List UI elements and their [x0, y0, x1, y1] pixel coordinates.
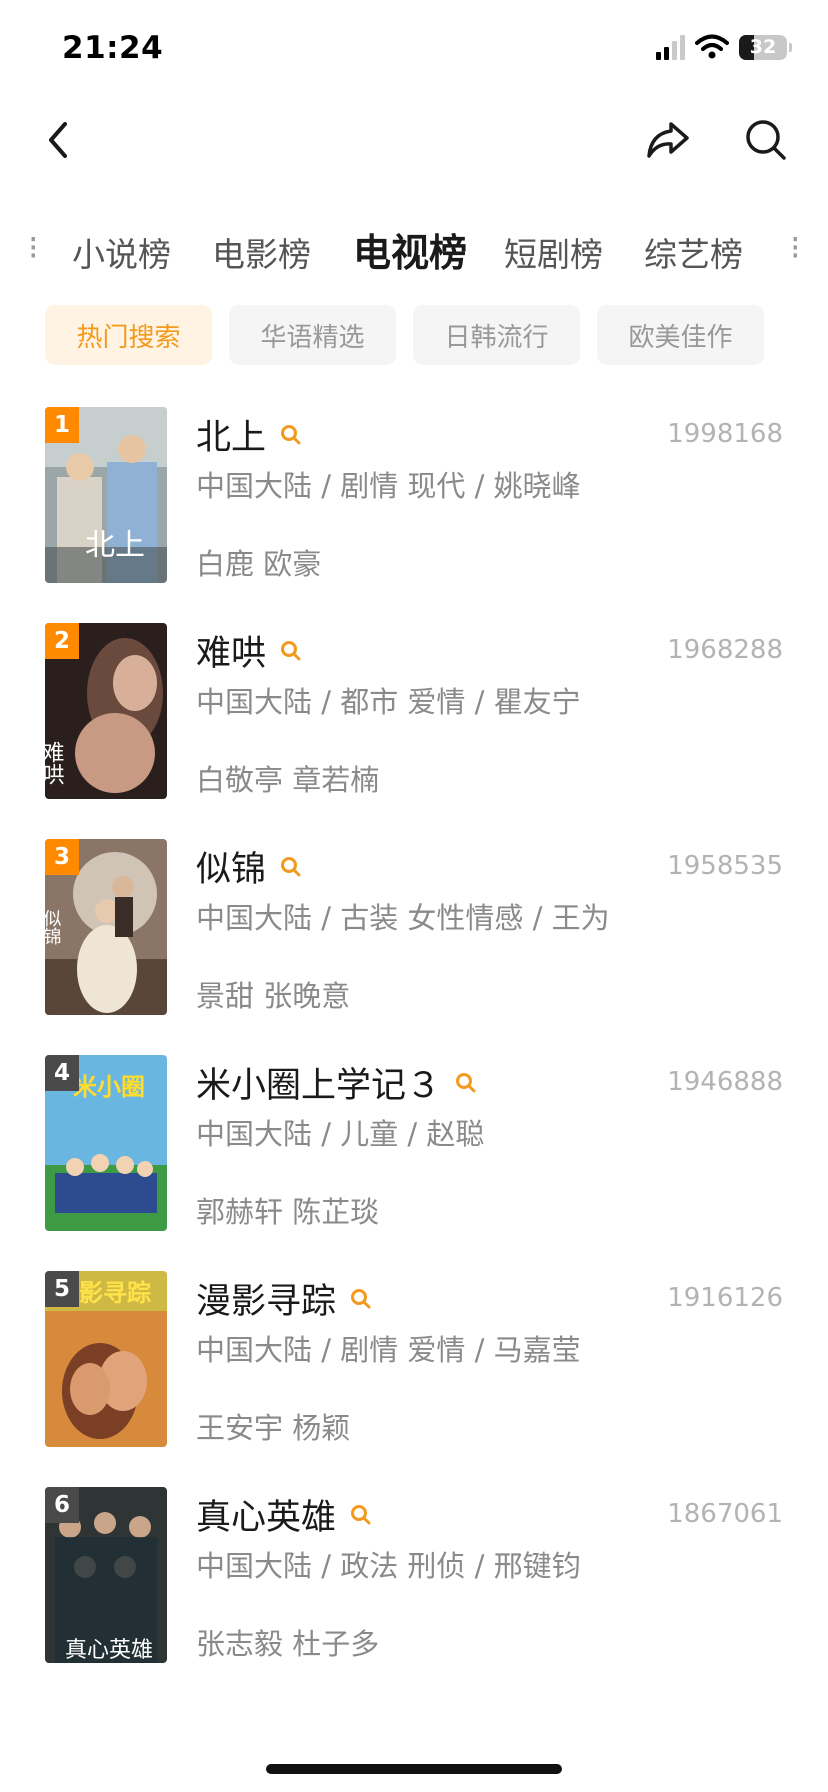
poster-image[interactable]: 米小圈 4 [45, 1055, 167, 1231]
search-count: 1968288 [667, 635, 783, 665]
list-item[interactable]: 北上 1 北上 1998168 中国大陆 / 剧情 现代 / 姚晓峰 白鹿 欧豪 [0, 407, 828, 583]
item-meta: 中国大陆 / 古装 女性情感 / 王为 [196, 901, 610, 935]
item-cast: 白鹿 欧豪 [196, 547, 322, 581]
search-icon[interactable] [350, 1504, 372, 1526]
list-item[interactable]: 难哄 2 难哄 1968288 中国大陆 / 都市 爱情 / 瞿友宁 白敬亭 章… [0, 623, 828, 799]
battery-icon: 32 [739, 34, 787, 60]
filter-hot-search[interactable]: 热门搜索 [45, 305, 212, 365]
poster-image[interactable]: 漫影寻踪 5 [45, 1271, 167, 1447]
signal-icon [656, 34, 685, 60]
wifi-icon [695, 34, 729, 59]
item-cast: 郭赫轩 陈芷琰 [196, 1195, 380, 1229]
battery-level: 32 [749, 35, 777, 58]
list-item[interactable]: 漫影寻踪 5 漫影寻踪 1916126 中国大陆 / 剧情 爱情 / 马嘉莹 王… [0, 1271, 828, 1447]
share-button[interactable] [640, 112, 696, 168]
filter-chips: 热门搜索 华语精选 日韩流行 欧美佳作 [45, 305, 764, 365]
item-meta: 中国大陆 / 剧情 爱情 / 马嘉莹 [196, 1333, 581, 1367]
item-title-text: 米小圈上学记３ [196, 1066, 442, 1106]
list-item[interactable]: 米小圈 4 米小圈上学记３ 1946888 中国大陆 / 儿童 / 赵聪 郭赫轩… [0, 1055, 828, 1231]
search-count: 1946888 [667, 1067, 783, 1097]
item-title[interactable]: 漫影寻踪 [196, 1273, 372, 1324]
item-title[interactable]: 难哄 [196, 625, 302, 676]
item-cast: 白敬亭 章若楠 [196, 763, 380, 797]
battery-cap [789, 42, 792, 52]
item-title-text: 北上 [196, 418, 267, 458]
tab-partial-right[interactable]: ⁝ [790, 228, 801, 267]
item-title[interactable]: 米小圈上学记３ [196, 1057, 477, 1108]
list-item[interactable]: 真心英雄 6 真心英雄 1867061 中国大陆 / 政法 刑侦 / 邢键钧 张… [0, 1487, 828, 1663]
status-icons: 32 [656, 34, 792, 60]
poster-image[interactable]: 真心英雄 6 [45, 1487, 167, 1663]
item-meta: 中国大陆 / 都市 爱情 / 瞿友宁 [196, 685, 581, 719]
item-meta: 中国大陆 / 儿童 / 赵聪 [196, 1117, 485, 1151]
search-count: 1958535 [667, 851, 783, 881]
search-icon[interactable] [280, 424, 302, 446]
tab-tv[interactable]: 电视榜 [353, 222, 467, 277]
category-tabs: ⁝ 小说榜 电影榜 电视榜 短剧榜 综艺榜 ⁝ [0, 218, 828, 284]
item-meta: 中国大陆 / 剧情 现代 / 姚晓峰 [196, 469, 581, 503]
rank-badge: 6 [45, 1487, 79, 1523]
svg-text:似锦: 似锦 [45, 909, 62, 945]
tab-movie[interactable]: 电影榜 [212, 228, 311, 276]
svg-text:北上: 北上 [85, 528, 145, 563]
item-title[interactable]: 似锦 [196, 841, 302, 892]
item-title[interactable]: 北上 [196, 409, 302, 460]
tab-short-drama[interactable]: 短剧榜 [504, 228, 603, 276]
svg-text:米小圈: 米小圈 [73, 1073, 145, 1101]
svg-text:难哄: 难哄 [45, 741, 65, 785]
rank-badge: 4 [45, 1055, 79, 1091]
svg-text:真心英雄: 真心英雄 [65, 1638, 153, 1663]
item-title-text: 真心英雄 [196, 1498, 337, 1538]
filter-western[interactable]: 欧美佳作 [597, 305, 764, 365]
back-arrow-icon [49, 122, 67, 158]
search-icon[interactable] [455, 1072, 477, 1094]
rank-badge: 5 [45, 1271, 79, 1307]
rank-badge: 3 [45, 839, 79, 875]
item-title-text: 漫影寻踪 [196, 1282, 337, 1322]
list-item[interactable]: 似锦 3 似锦 1958535 中国大陆 / 古装 女性情感 / 王为 景甜 张… [0, 839, 828, 1015]
share-icon [647, 122, 689, 158]
filter-japan-korea[interactable]: 日韩流行 [413, 305, 580, 365]
search-icon [746, 120, 786, 160]
item-cast: 王安宇 杨颖 [196, 1411, 351, 1445]
search-icon[interactable] [280, 640, 302, 662]
poster-image[interactable]: 难哄 2 [45, 623, 167, 799]
item-title-text: 难哄 [196, 634, 267, 674]
nav-bar [0, 100, 828, 180]
status-bar: 21:24 32 [0, 0, 828, 100]
search-icon[interactable] [350, 1288, 372, 1310]
rank-badge: 2 [45, 623, 79, 659]
item-cast: 景甜 张晚意 [196, 979, 351, 1013]
search-count: 1867061 [667, 1499, 783, 1529]
tab-novel[interactable]: 小说榜 [72, 228, 171, 276]
poster-image[interactable]: 似锦 3 [45, 839, 167, 1015]
status-time: 21:24 [62, 30, 164, 66]
item-title[interactable]: 真心英雄 [196, 1489, 372, 1540]
item-meta: 中国大陆 / 政法 刑侦 / 邢键钧 [196, 1549, 581, 1583]
rank-badge: 1 [45, 407, 79, 443]
search-button[interactable] [738, 112, 794, 168]
tab-variety[interactable]: 综艺榜 [644, 228, 743, 276]
tab-partial-left[interactable]: ⁝ [28, 228, 39, 267]
item-title-text: 似锦 [196, 850, 267, 890]
back-button[interactable] [30, 112, 86, 168]
filter-chinese[interactable]: 华语精选 [229, 305, 396, 365]
item-cast: 张志毅 杜子多 [196, 1627, 380, 1661]
poster-image[interactable]: 北上 1 [45, 407, 167, 583]
search-count: 1998168 [667, 419, 783, 449]
home-indicator[interactable] [266, 1764, 562, 1774]
search-count: 1916126 [667, 1283, 783, 1313]
search-icon[interactable] [280, 856, 302, 878]
